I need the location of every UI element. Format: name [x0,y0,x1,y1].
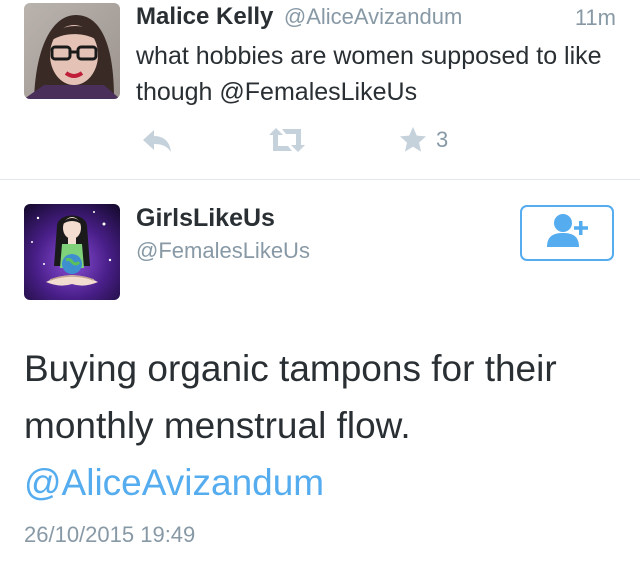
follow-button[interactable] [520,205,614,261]
favorite-count: 3 [436,127,449,152]
avatar[interactable] [24,204,120,300]
tweet-text: what hobbies are women supposed to like … [136,42,602,106]
retweet-icon [268,126,306,154]
avatar[interactable] [24,3,120,99]
author-name[interactable]: GirlsLikeUs [136,204,275,233]
tweet-main: GirlsLikeUs @FemalesLikeUs Buying organi… [0,180,640,563]
author-name[interactable]: Malice Kelly [136,3,273,30]
tweet-text: Buying organic tampons for their monthly… [24,348,557,446]
tweet-header: Malice Kelly @AliceAvizandum 11m [136,3,616,33]
favorite-button[interactable]: 3 [398,122,448,158]
tweet-reply[interactable]: Malice Kelly @AliceAvizandum 11m what ho… [0,0,640,180]
tweet-actions: 3 [136,122,476,158]
tweet-timestamp: 26/10/2015 19:49 [24,522,196,547]
reply-button[interactable] [140,122,174,158]
mention-link[interactable]: @AliceAvizandum [24,462,324,503]
author-handle[interactable]: @FemalesLikeUs [136,238,310,264]
add-user-icon [543,211,591,256]
star-icon [398,125,428,155]
tweet-body: Buying organic tampons for their monthly… [24,340,624,511]
reply-icon [140,126,174,154]
tweet-time: 11m [574,5,616,30]
author-handle[interactable]: @AliceAvizandum [284,4,462,29]
retweet-button[interactable] [268,122,306,158]
